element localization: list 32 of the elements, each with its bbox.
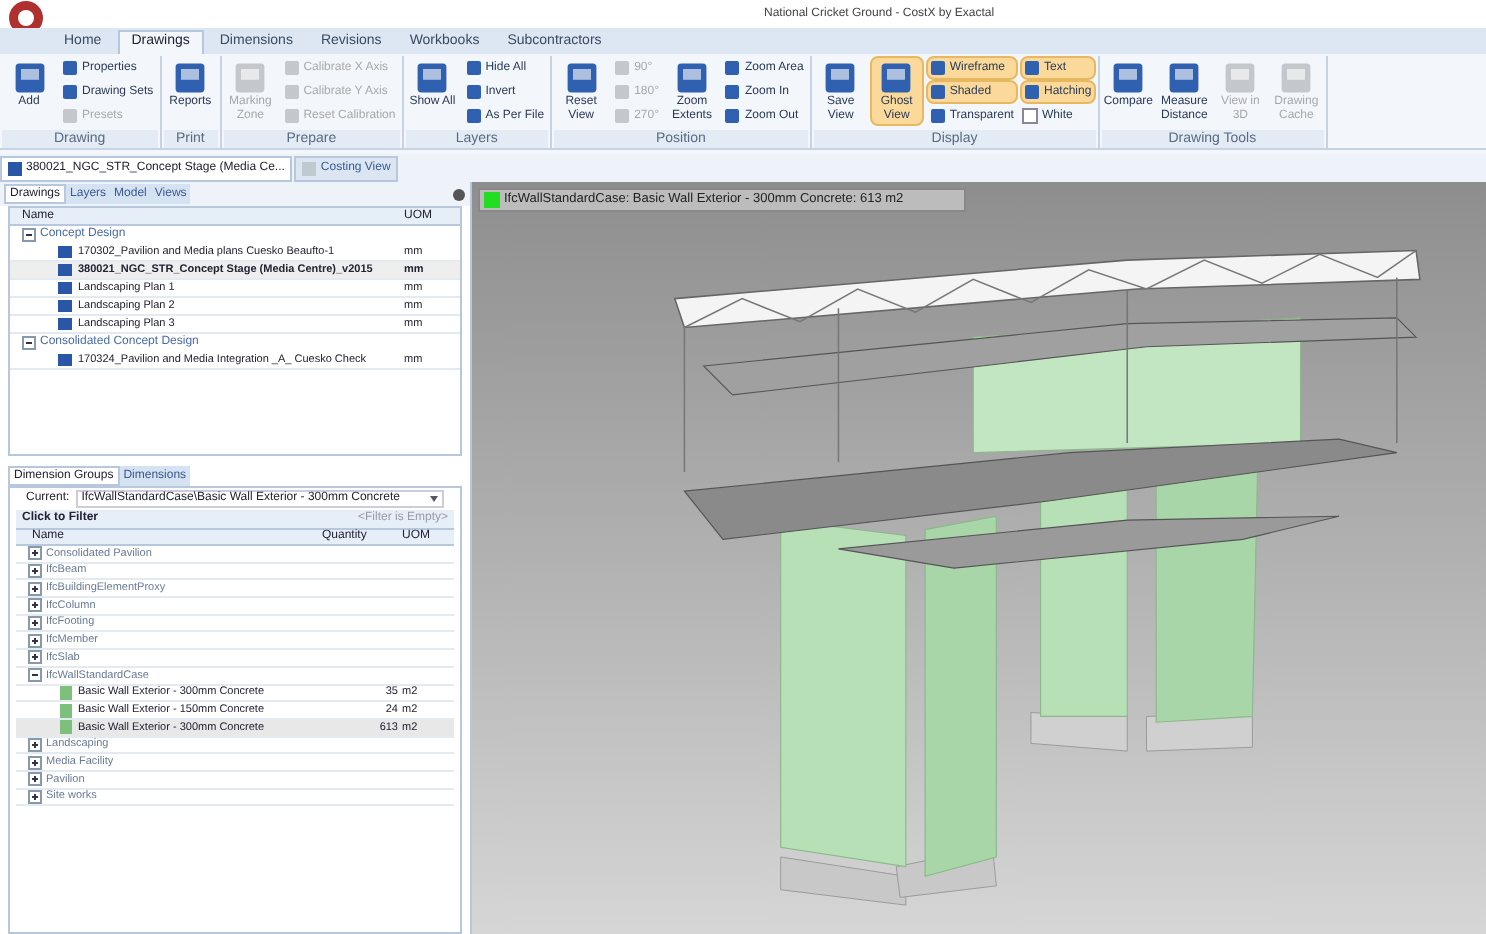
expand-icon[interactable] [28,650,42,665]
expand-icon[interactable] [28,546,42,561]
expand-icon[interactable] [28,789,42,804]
document-icon [302,162,317,176]
expand-icon[interactable] [28,772,42,787]
tool-icon [11,60,47,96]
tool-icon [1222,60,1259,96]
expand-icon[interactable] [28,616,42,631]
tool-icon [822,60,859,96]
pin-icon[interactable] [452,187,466,201]
expand-icon[interactable] [28,633,42,648]
tool-icon [673,60,710,96]
expand-icon[interactable] [28,737,42,752]
document-icon [8,162,22,176]
tool-icon [563,60,600,96]
expand-icon[interactable] [28,581,42,596]
expand-icon[interactable] [28,598,42,613]
tool-icon [1166,60,1203,96]
tool-icon [172,60,209,96]
tool-icon [1110,60,1147,96]
tool-icon [1278,60,1315,96]
expand-icon[interactable] [28,755,42,770]
drawing-icon [58,354,72,366]
tool-icon [232,60,269,96]
collapse-icon[interactable] [22,336,36,350]
collapse-icon[interactable] [28,668,42,683]
expand-icon[interactable] [28,564,42,579]
dropdown-caret-icon [430,496,438,502]
tool-icon [878,60,915,96]
checkbox[interactable] [1021,108,1038,124]
tool-icon [414,60,451,96]
collapse-icon[interactable] [22,228,36,242]
